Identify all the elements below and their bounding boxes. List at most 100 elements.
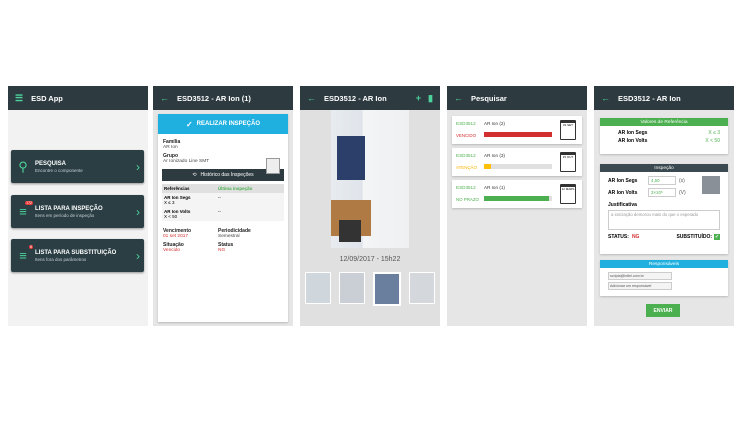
group-value: Ar Ionizado Line SMT — [163, 159, 210, 164]
screen-home: ☰ ESD App ⚲ PESQUISA Encontre o component… — [8, 86, 148, 326]
seconds-input[interactable]: 4,50 — [648, 176, 676, 185]
menu-title: LISTA PARA INSPEÇÃO — [35, 205, 103, 212]
chevron-right-icon: › — [136, 248, 140, 263]
list-item[interactable]: ESD3512 AR Ion (3) ATENÇÃO 15 OUT — [452, 148, 582, 176]
item-code: ESD3512 — [456, 153, 476, 158]
button-label: Histórico das Inspeções — [200, 172, 254, 178]
device-thumbnail[interactable] — [266, 158, 280, 174]
responsible-chip[interactable]: scripta@inttel.com.br — [608, 272, 672, 280]
table-row: AR Ion Volts X < 50 -- — [162, 207, 284, 221]
item-name: AR Ion (2) — [484, 121, 505, 126]
app-bar: ← ESD3512 - AR Ion — [594, 86, 734, 110]
list-item[interactable]: ESD3512 AR Ion (1) NO PRAZO 12 MARS — [452, 180, 582, 208]
status-value: NG — [218, 248, 226, 253]
section-header: Valores de Referência — [600, 118, 728, 126]
add-icon[interactable]: + — [416, 93, 421, 103]
photo-device — [339, 220, 361, 242]
screen-search: ← Pesquisar ESD3512 AR Ion (2) VENCIDO 0… — [447, 86, 587, 326]
thumbnail[interactable] — [409, 272, 435, 304]
item-status: ATENÇÃO — [456, 165, 477, 170]
thumbnail[interactable] — [305, 272, 331, 304]
last-inspection: -- — [217, 195, 221, 200]
measure-name: AR Ion Volts — [608, 189, 638, 196]
app-bar: ☰ ESD App — [8, 86, 148, 110]
item-name: AR Ion (1) — [484, 185, 505, 190]
calendar-icon: 15 OUT — [560, 152, 576, 172]
search-icon: ⚲ — [18, 158, 28, 174]
app-title: ESD3512 - AR Ion — [618, 93, 681, 103]
device-photo[interactable] — [702, 176, 720, 194]
app-bar: ← Pesquisar — [447, 86, 587, 110]
family-value: AR Ion — [163, 145, 178, 150]
back-arrow-icon[interactable]: ← — [454, 93, 463, 103]
ref-value: X < 50 — [164, 214, 178, 219]
replaced-label: SUBSTITUÍDO: — [676, 234, 712, 240]
references-table: Referências Última inspeção AR Ion Segs X … — [162, 184, 284, 221]
item-name: AR Ion (3) — [484, 153, 505, 158]
screen-detail: ← ESD3512 - AR Ion (1) ✓ REALIZAR INSPEÇÃ… — [153, 86, 293, 326]
photo-timestamp: 12/09/2017 - 15h22 — [339, 256, 401, 263]
chevron-right-icon: › — [136, 159, 140, 174]
thumbnail-selected[interactable] — [373, 272, 401, 306]
unit-label: (V) — [679, 189, 686, 196]
app-bar: ← ESD3512 - AR Ion (1) — [153, 86, 293, 110]
check-circle-icon: ✓ — [185, 119, 193, 129]
situation-value: Vencido — [163, 248, 181, 253]
justification-field[interactable]: a ionização demorou mais do que o espera… — [608, 210, 720, 230]
app-bar: ← ESD3512 - AR Ion + ▮ — [300, 86, 440, 110]
list-item[interactable]: ESD3512 AR Ion (2) VENCIDO 01 SET — [452, 116, 582, 144]
count-badge: 8 — [29, 245, 33, 249]
col-header: Referências — [162, 184, 216, 193]
item-status: VENCIDO — [456, 133, 477, 138]
item-code: ESD3512 — [456, 121, 476, 126]
button-label: REALIZAR INSPEÇÃO — [196, 121, 261, 127]
status-bar — [484, 164, 552, 169]
trash-icon[interactable]: ▮ — [428, 93, 433, 104]
ref-name: AR Ion Segs — [618, 130, 648, 136]
menu-subtitle: Itens fora dos parâmetros — [35, 256, 87, 262]
calendar-icon: 01 SET — [560, 120, 576, 140]
ref-value: X < 50 — [705, 138, 720, 144]
back-arrow-icon[interactable]: ← — [307, 93, 316, 103]
inspection-card: Inspeção AR Ion Segs 4,50 (s) AR Ion Volts… — [600, 164, 728, 254]
app-title: ESD3512 - AR Ion — [324, 93, 387, 103]
status-label: STATUS: — [608, 234, 629, 240]
checklist-icon: ≡ 172 — [19, 201, 33, 219]
thumbnail[interactable] — [339, 272, 365, 304]
volts-input[interactable]: 3×10⁶ — [648, 188, 676, 197]
justification-label: Justificativa — [608, 202, 637, 208]
ref-name: AR Ion Volts — [618, 138, 648, 144]
item-code: ESD3512 — [456, 185, 476, 190]
history-icon: ⟲ — [192, 172, 197, 178]
status-bar-fill — [484, 196, 549, 201]
hamburger-icon[interactable]: ☰ — [15, 93, 23, 104]
thumbnail-strip — [305, 272, 435, 306]
status-bar — [484, 196, 552, 201]
menu-subtitle: Itens em período de inspeção — [35, 212, 95, 218]
menu-replacement-list[interactable]: ≡ 8 LISTA PARA SUBSTITUIÇÃO Itens fora dos… — [11, 239, 144, 272]
photo-poster — [337, 136, 365, 180]
reference-card: Valores de Referência AR Ion Segs X ≤ 3 A… — [600, 118, 728, 154]
back-arrow-icon[interactable]: ← — [160, 93, 169, 103]
section-header: Responsáveis — [600, 260, 728, 268]
section-header: Inspeção — [600, 164, 728, 172]
col-header: Última inspeção — [215, 184, 284, 193]
inspection-photo[interactable] — [331, 110, 409, 248]
back-arrow-icon[interactable]: ← — [601, 93, 610, 103]
calendar-icon: 12 MARS — [560, 184, 576, 204]
send-button[interactable]: ENVIAR — [646, 304, 680, 317]
replaced-checkbox[interactable]: ✓ — [714, 234, 720, 240]
app-title: ESD App — [31, 93, 63, 103]
add-responsible-button[interactable]: Adicionar um responsável — [608, 282, 672, 290]
menu-search[interactable]: ⚲ PESQUISA Encontre o componente › — [11, 150, 144, 183]
status-bar — [484, 132, 552, 137]
status-value: NG — [631, 234, 640, 240]
responsible-card: Responsáveis scripta@inttel.com.br Adici… — [600, 260, 728, 296]
menu-title: LISTA PARA SUBSTITUIÇÃO — [35, 249, 117, 256]
perform-inspection-button[interactable]: ✓ REALIZAR INSPEÇÃO — [158, 114, 288, 134]
app-title: ESD3512 - AR Ion (1) — [177, 93, 251, 103]
menu-inspection-list[interactable]: ≡ 172 LISTA PARA INSPEÇÃO Itens em período… — [11, 195, 144, 228]
calendar-date: 15 OUT — [562, 155, 574, 159]
measure-name: AR Ion Segs — [608, 177, 638, 184]
menu-subtitle: Encontre o componente — [35, 167, 83, 173]
